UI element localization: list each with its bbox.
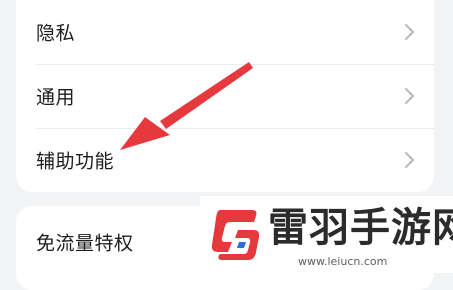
chevron-right-icon [405,88,414,104]
site-watermark: 雷羽手游网 www.leiucn.com [200,196,453,273]
settings-row-general[interactable]: 通用 [16,64,434,128]
chevron-right-icon [405,152,414,168]
settings-row-label: 免流量特权 [36,232,134,255]
settings-row-label: 通用 [36,86,76,109]
settings-row-label: 隐私 [36,22,76,45]
chevron-right-icon [405,24,414,40]
site-logo-icon [211,210,260,260]
settings-row-label: 辅助功能 [36,150,115,173]
settings-row-privacy[interactable]: 隐私 [16,0,434,64]
watermark-name: 雷羽手游网 [268,205,453,251]
watermark-url: www.leiucn.com [298,255,388,268]
settings-group-card: 隐私 通用 辅助功能 [16,0,434,192]
settings-row-accessibility[interactable]: 辅助功能 [16,128,434,192]
